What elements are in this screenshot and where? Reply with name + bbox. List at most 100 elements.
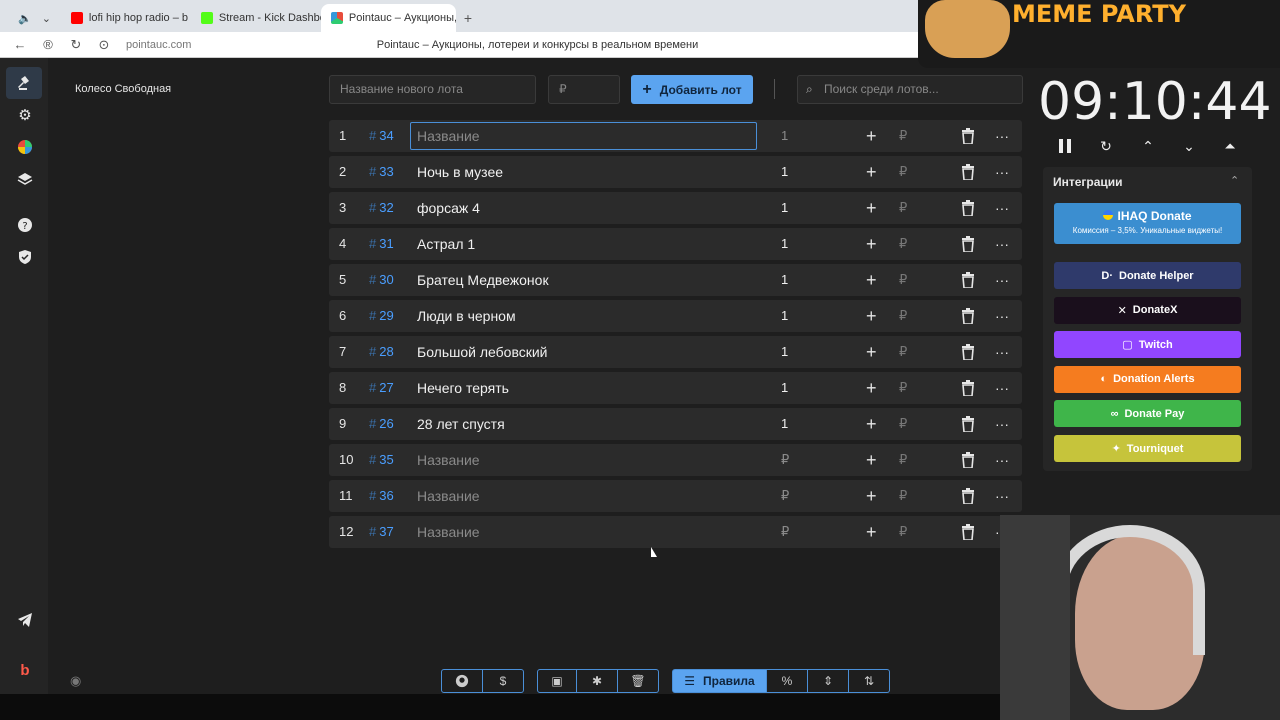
save-icon[interactable]: ▣ [537,669,577,693]
add-amount-plus-icon[interactable]: + [866,408,877,440]
trash-icon[interactable] [961,308,977,325]
lot-name[interactable]: Люди в черном [417,300,516,332]
add-amount-plus-icon[interactable]: + [866,264,877,296]
add-amount-plus-icon[interactable]: + [866,336,877,368]
add-amount-input[interactable]: ₽ [899,480,907,512]
add-lot-button[interactable]: + Добавить лот [631,75,753,104]
add-amount-plus-icon[interactable]: + [866,372,877,404]
telegram-icon[interactable] [14,609,36,631]
add-amount-plus-icon[interactable]: + [866,228,877,260]
settings-icon[interactable]: ⚙ [14,104,36,126]
lot-name[interactable]: Нечего терять [417,372,509,404]
add-amount-input[interactable]: ₽ [899,120,907,152]
chevron-down-icon[interactable]: ⌄ [42,12,51,25]
lot-amount[interactable]: 1 [781,372,788,404]
lot-amount[interactable]: ₽ [781,480,789,512]
wheel-free-link[interactable]: Колесо Свободная [75,83,171,95]
more-options-icon[interactable]: ··· [995,444,1009,476]
add-amount-input[interactable]: ₽ [899,300,907,332]
more-options-icon[interactable]: ··· [995,228,1009,260]
help-icon[interactable]: ? [14,214,36,236]
more-options-icon[interactable]: ··· [995,264,1009,296]
lot-name[interactable]: форсаж 4 [417,192,480,224]
trash-icon[interactable] [961,272,977,289]
new-tab-icon[interactable]: + [456,4,480,32]
lot-name[interactable]: Ночь в музее [417,156,503,188]
add-amount-plus-icon[interactable]: + [866,300,877,332]
gavel-icon[interactable] [6,67,42,99]
tourniquet-button[interactable]: ✦ Tourniquet [1054,435,1241,462]
github-icon[interactable] [441,669,483,693]
double-chevron-up-icon[interactable]: ⏶ [1220,137,1240,155]
trash-icon[interactable] [961,488,977,505]
browser-tab-kick[interactable]: Stream - Kick Dashboard ✕ [191,4,321,32]
add-amount-plus-icon[interactable]: + [866,156,877,188]
add-amount-plus-icon[interactable]: + [866,444,877,476]
lot-amount[interactable]: 1 [781,228,788,260]
dollar-icon[interactable]: $ [483,669,524,693]
pause-icon[interactable] [1055,137,1075,155]
lot-amount[interactable]: 1 [781,408,788,440]
sort-icon[interactable]: ⇅ [849,669,890,693]
shield-check-icon[interactable] [14,246,36,268]
more-options-icon[interactable]: ··· [995,408,1009,440]
rules-button[interactable]: ☰ Правила [672,669,767,693]
trash-icon[interactable] [961,380,977,397]
more-options-icon[interactable]: ··· [995,336,1009,368]
lot-name[interactable]: Братец Медвежонок [417,264,549,296]
more-options-icon[interactable]: ··· [995,480,1009,512]
browser-tab-pointauc[interactable]: Pointauc – Аукционы, ло ✕ [320,4,456,32]
add-amount-input[interactable]: ₽ [899,192,907,224]
speaker-icon[interactable]: 🔈 [18,12,32,25]
lot-name[interactable]: Большой лебовский [417,336,548,368]
lot-name[interactable]: Название [417,480,480,512]
add-amount-input[interactable]: ₽ [899,372,907,404]
lot-amount[interactable]: 1 [781,120,788,152]
clear-list-icon[interactable]: 🗑 [618,669,659,693]
restart-icon[interactable]: ↻ [1096,137,1116,155]
add-amount-plus-icon[interactable]: + [866,120,877,152]
lot-name[interactable]: Астрал 1 [417,228,475,260]
twitch-button[interactable]: ▢ Twitch [1054,331,1241,359]
wheel-icon[interactable] [14,136,36,158]
lot-amount[interactable]: ₽ [781,516,789,548]
add-amount-plus-icon[interactable]: + [866,516,877,548]
add-amount-plus-icon[interactable]: + [866,192,877,224]
trash-icon[interactable] [961,128,977,145]
trash-icon[interactable] [961,200,977,217]
donate-pay-button[interactable]: ∞ Donate Pay [1054,400,1241,428]
split-icon[interactable]: ⇕ [808,669,849,693]
trash-icon[interactable] [961,164,977,181]
lot-name[interactable]: Название [417,444,480,476]
layers-icon[interactable] [14,168,36,190]
lot-name-input[interactable]: Название [410,122,757,150]
trash-icon[interactable] [961,416,977,433]
lot-amount[interactable]: 1 [781,300,788,332]
add-amount-input[interactable]: ₽ [899,336,907,368]
lot-amount[interactable]: 1 [781,192,788,224]
donatex-button[interactable]: ✕ DonateX [1054,296,1241,324]
more-options-icon[interactable]: ··· [995,120,1009,152]
trash-icon[interactable] [961,236,977,253]
more-options-icon[interactable]: ··· [995,192,1009,224]
add-amount-input[interactable]: ₽ [899,408,907,440]
add-amount-input[interactable]: ₽ [899,156,907,188]
new-lot-name-input[interactable]: Название нового лота [329,75,536,104]
add-amount-input[interactable]: ₽ [899,228,907,260]
lot-amount[interactable]: 1 [781,336,788,368]
trash-icon[interactable] [961,524,977,541]
chevron-up-icon[interactable]: ⌃ [1138,137,1158,155]
lot-name[interactable]: 28 лет спустя [417,408,505,440]
lot-amount[interactable]: 1 [781,264,788,296]
eye-icon[interactable]: ◉ [70,673,81,689]
new-lot-amount-input[interactable]: ₽ [548,75,620,104]
add-amount-plus-icon[interactable]: + [866,480,877,512]
collapse-chevron-icon[interactable]: ⌃ [1230,174,1239,187]
chevron-down-icon[interactable]: ⌄ [1179,137,1199,155]
browser-tab-youtube[interactable]: lofi hip hop radio – b 🔇 ✕ [61,4,191,32]
lot-amount[interactable]: 1 [781,156,788,188]
add-amount-input[interactable]: ₽ [899,444,907,476]
search-lots-input[interactable]: ⌕ Поиск среди лотов... [797,75,1023,104]
percent-button[interactable]: % [767,669,808,693]
trash-icon[interactable] [961,344,977,361]
